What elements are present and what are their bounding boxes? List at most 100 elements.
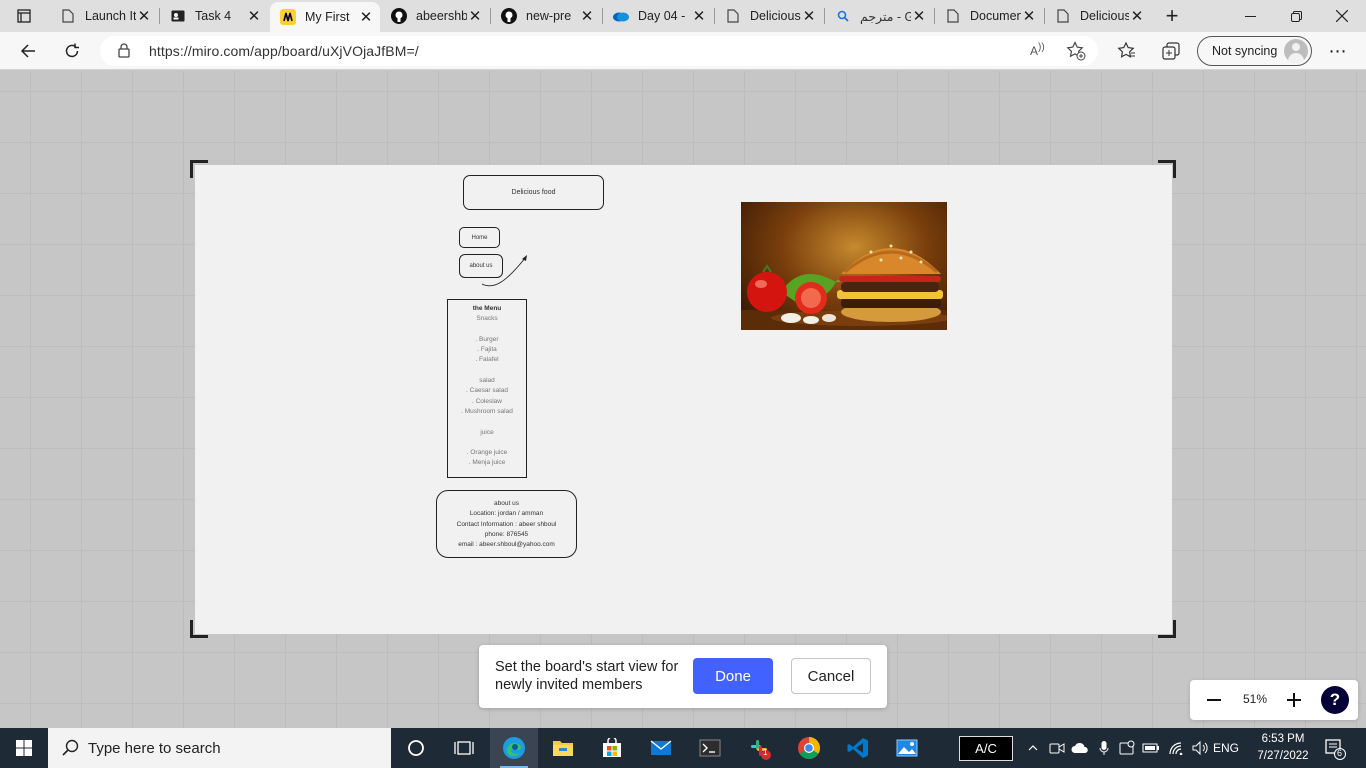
action-center-button[interactable]: 6: [1322, 736, 1346, 760]
tab-delicious-2[interactable]: Delicious ✕: [1045, 0, 1151, 32]
keyboard-layout-indicator[interactable]: A/C: [959, 736, 1013, 761]
meet-now-button[interactable]: [1047, 728, 1067, 768]
terminal-icon: [699, 739, 721, 757]
wifi-icon: [1169, 742, 1183, 755]
tab-my-first[interactable]: My First ✕: [270, 2, 380, 32]
tab-actions-button[interactable]: [8, 4, 40, 28]
tab-day-04[interactable]: Day 04 - ✕: [603, 0, 713, 32]
restore-button[interactable]: [1273, 0, 1319, 32]
security-tray-button[interactable]: [1117, 728, 1137, 768]
minus-icon: [1207, 699, 1221, 701]
favorites-button[interactable]: [1113, 37, 1141, 65]
minimize-button[interactable]: [1227, 0, 1273, 32]
show-hidden-icons-button[interactable]: [1024, 728, 1042, 768]
tab-title: Task 4: [195, 9, 232, 23]
refresh-button[interactable]: [58, 37, 86, 65]
back-button[interactable]: [14, 37, 42, 65]
frame-corner-handle[interactable]: [190, 620, 208, 638]
menu-shape[interactable]: the Menu Snacks . Burger . Fajita . Fala…: [447, 299, 527, 478]
file-explorer-button[interactable]: [539, 728, 587, 768]
close-tab-icon[interactable]: ✕: [246, 8, 262, 25]
photos-button[interactable]: [883, 728, 931, 768]
profile-sync-button[interactable]: Not syncing: [1197, 36, 1312, 66]
close-tab-icon[interactable]: ✕: [579, 8, 595, 25]
edge-taskbar-button[interactable]: [490, 728, 538, 768]
close-tab-icon[interactable]: ✕: [136, 8, 152, 25]
store-button[interactable]: [588, 728, 636, 768]
tab-github-abeershboul[interactable]: abeershbou ✕: [381, 0, 489, 32]
tab-actions-icon: [17, 9, 31, 23]
vscode-button[interactable]: [834, 728, 882, 768]
help-icon: ?: [1329, 690, 1341, 709]
close-tab-icon[interactable]: ✕: [358, 9, 374, 26]
read-aloud-icon[interactable]: A)): [1030, 42, 1045, 58]
collections-button[interactable]: [1157, 37, 1185, 65]
task-view-button[interactable]: [440, 728, 488, 768]
menu-line: [448, 325, 526, 335]
vscode-icon: [847, 738, 868, 758]
close-window-button[interactable]: [1319, 0, 1365, 32]
search-icon: [62, 739, 80, 761]
tab-task-4[interactable]: Task 4 ✕: [160, 0, 268, 32]
new-tab-button[interactable]: +: [1160, 3, 1184, 28]
language-indicator[interactable]: ENG: [1213, 741, 1239, 755]
done-button[interactable]: Done: [693, 658, 773, 694]
start-view-frame[interactable]: [195, 165, 1172, 634]
cortana-button[interactable]: [392, 728, 440, 768]
cortana-icon: [408, 740, 424, 756]
title-shape[interactable]: Delicious food: [463, 175, 604, 210]
tab-translate[interactable]: مترجم - Go ✕: [825, 0, 933, 32]
clock-date: 7/27/2022: [1257, 750, 1309, 762]
mail-button[interactable]: [637, 728, 685, 768]
close-tab-icon[interactable]: ✕: [691, 8, 707, 25]
chrome-button[interactable]: [785, 728, 833, 768]
document-icon: [945, 8, 961, 24]
lock-icon: [118, 43, 130, 63]
address-bar[interactable]: https://miro.com/app/board/uXjVOjaJfBM=/…: [100, 36, 1098, 66]
start-button[interactable]: [0, 728, 48, 768]
frame-corner-handle[interactable]: [190, 160, 208, 178]
document-icon: [725, 8, 741, 24]
close-tab-icon[interactable]: ✕: [467, 8, 483, 25]
wifi-button[interactable]: [1166, 728, 1188, 768]
contact-info-shape[interactable]: about us Location: jordan / amman Contac…: [436, 490, 577, 558]
tab-launch[interactable]: Launch It ✕: [50, 0, 158, 32]
tab-delicious-1[interactable]: Delicious ✕: [715, 0, 823, 32]
frame-corner-handle[interactable]: [1158, 160, 1176, 178]
burger-illustration: [741, 244, 947, 330]
close-tab-icon[interactable]: ✕: [1021, 8, 1037, 25]
add-favorite-icon[interactable]: [1066, 41, 1086, 66]
start-view-dialog: Set the board's start view for newly inv…: [479, 645, 887, 708]
close-tab-icon[interactable]: ✕: [1129, 8, 1145, 25]
zoom-in-button[interactable]: [1282, 688, 1306, 712]
slack-button[interactable]: 1: [735, 728, 783, 768]
zoom-level[interactable]: 51%: [1240, 692, 1270, 706]
frame-corner-handle[interactable]: [1158, 620, 1176, 638]
connector-arrow[interactable]: [480, 254, 532, 290]
tab-github-new-pre[interactable]: new-pre ✕: [491, 0, 601, 32]
settings-more-button[interactable]: ⋯: [1324, 37, 1352, 65]
url-text[interactable]: https://miro.com/app/board/uXjVOjaJfBM=/: [149, 43, 419, 59]
burger-image[interactable]: [741, 202, 947, 330]
help-button[interactable]: ?: [1321, 686, 1349, 714]
zoom-out-button[interactable]: [1202, 688, 1226, 712]
system-clock[interactable]: 6:53 PM 7/27/2022: [1251, 731, 1315, 765]
battery-button[interactable]: [1141, 728, 1161, 768]
onedrive-tray-button[interactable]: [1069, 728, 1091, 768]
microphone-button[interactable]: [1095, 728, 1113, 768]
volume-button[interactable]: [1190, 728, 1212, 768]
info-line: Location: jordan / amman: [469, 510, 544, 518]
folder-icon: [553, 741, 573, 756]
terminal-button[interactable]: [686, 728, 734, 768]
close-tab-icon[interactable]: ✕: [801, 8, 817, 25]
search-icon: [835, 8, 851, 24]
mail-icon: [650, 740, 672, 755]
browser-toolbar: https://miro.com/app/board/uXjVOjaJfBM=/…: [0, 32, 1366, 70]
close-tab-icon[interactable]: ✕: [911, 8, 927, 25]
taskbar-search[interactable]: Type here to search: [48, 728, 391, 768]
cancel-button[interactable]: Cancel: [791, 658, 871, 694]
tab-document[interactable]: Document ✕: [935, 0, 1043, 32]
board-canvas[interactable]: Delicious food Home about us the Menu Sn…: [0, 71, 1366, 728]
home-shape[interactable]: Home: [459, 227, 500, 248]
menu-line: [448, 366, 526, 376]
